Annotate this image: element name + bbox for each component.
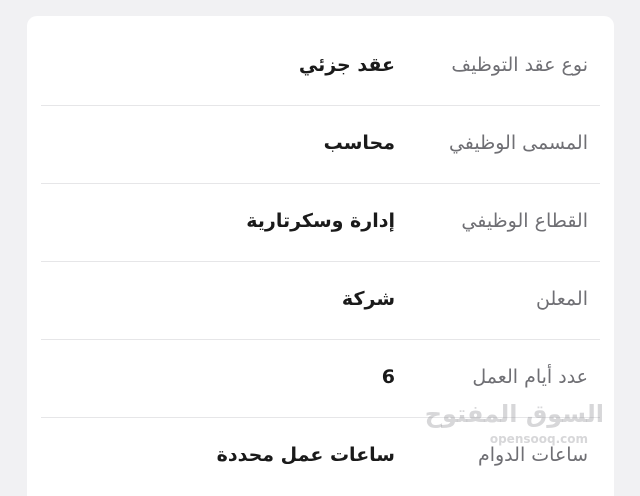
detail-row-job-title: المسمى الوظيفي محاسب [41, 106, 600, 184]
detail-row-job-sector: القطاع الوظيفي إدارة وسكرتارية [41, 184, 600, 262]
detail-value: محاسب [323, 132, 395, 154]
details-list: نوع عقد التوظيف عقد جزئي المسمى الوظيفي … [41, 28, 600, 496]
job-details-card: نوع عقد التوظيف عقد جزئي المسمى الوظيفي … [27, 16, 614, 496]
detail-row-work-hours: ساعات الدوام ساعات عمل محددة [41, 418, 600, 496]
detail-value: عقد جزئي [298, 54, 395, 76]
detail-label: القطاع الوظيفي [461, 210, 588, 232]
detail-value: إدارة وسكرتارية [246, 210, 395, 232]
detail-value: ساعات عمل محددة [216, 444, 395, 466]
detail-label: عدد أيام العمل [472, 366, 588, 388]
detail-row-work-days: عدد أيام العمل 6 [41, 340, 600, 418]
detail-row-advertiser: المعلن شركة [41, 262, 600, 340]
detail-label: ساعات الدوام [477, 444, 588, 466]
detail-row-contract-type: نوع عقد التوظيف عقد جزئي [41, 28, 600, 106]
detail-label: المسمى الوظيفي [448, 132, 588, 154]
detail-label: المعلن [536, 288, 588, 310]
detail-value: شركة [341, 288, 395, 310]
detail-label: نوع عقد التوظيف [451, 54, 588, 76]
detail-value: 6 [381, 366, 395, 388]
